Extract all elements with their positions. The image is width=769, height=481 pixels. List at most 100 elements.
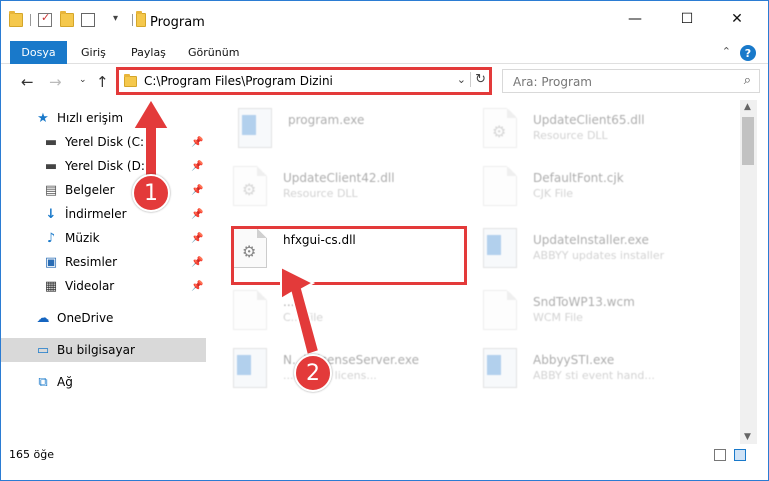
pin-icon[interactable]: 📌 <box>191 137 203 148</box>
sidebar-item-label: Hızlı erişim <box>57 111 124 125</box>
file-type: Resource DLL <box>533 129 608 142</box>
details-view-icon[interactable] <box>714 449 726 461</box>
maximize-button[interactable]: ☐ <box>667 7 707 31</box>
search-input[interactable]: Ara: Program ⌕ <box>502 69 760 93</box>
sidebar-item-label: Resimler <box>65 255 118 269</box>
file-type: WCM File <box>533 311 583 324</box>
sidebar-item-downloads[interactable]: ↓ İndirmeler 📌 <box>1 202 206 226</box>
back-arrow-icon[interactable]: ← <box>21 73 34 91</box>
scrollbar-thumb[interactable] <box>742 117 754 165</box>
step-1-badge: 1 <box>132 174 170 212</box>
file-type: Resource DLL <box>283 187 358 200</box>
search-icon[interactable]: ⌕ <box>744 73 751 88</box>
file-item[interactable]: program.exe <box>238 104 488 156</box>
documents-icon: ▤ <box>44 182 58 198</box>
pictures-icon: ▣ <box>44 254 58 270</box>
pin-icon[interactable]: 📌 <box>191 257 203 268</box>
tab-view[interactable]: Görünüm <box>188 41 239 64</box>
large-icons-view-icon[interactable] <box>734 449 746 461</box>
sidebar-item-label: Videolar <box>65 279 115 293</box>
file-item[interactable]: AbbyySTI.exe ABBY sti event hand... <box>483 344 733 396</box>
chevron-up-icon[interactable]: ⌃ <box>722 45 731 58</box>
file-type: ABBY sti event hand... <box>533 369 655 382</box>
drive-icon: ▬ <box>44 158 58 174</box>
file-name: program.exe <box>288 113 365 127</box>
navigation-pane: ★ Hızlı erişim ▬ Yerel Disk (C:) 📌 ▬ Yer… <box>1 100 208 444</box>
file-item[interactable]: DefaultFont.cjk CJK File <box>483 162 733 214</box>
sidebar-item-label: İndirmeler <box>65 207 127 221</box>
sidebar-item-quick-access[interactable]: ★ Hızlı erişim <box>1 106 206 130</box>
up-arrow-icon[interactable]: ↑ <box>96 73 109 91</box>
forward-arrow-icon[interactable]: → <box>49 73 62 91</box>
new-folder-icon[interactable] <box>60 11 74 27</box>
pin-icon[interactable]: 📌 <box>191 209 203 220</box>
sidebar-item-label: OneDrive <box>57 311 114 325</box>
item-count: 165 öğe <box>9 448 54 461</box>
sidebar-item-documents[interactable]: ▤ Belgeler 📌 <box>1 178 206 202</box>
sidebar-item-videos[interactable]: ▦ Videolar 📌 <box>1 274 206 298</box>
sidebar-item-label: Müzik <box>65 231 100 245</box>
app-icon <box>483 228 517 268</box>
sidebar-item-this-pc[interactable]: ▭ Bu bilgisayar <box>1 338 206 362</box>
exe-icon <box>238 108 272 148</box>
tab-file[interactable]: Dosya <box>10 41 67 64</box>
file-highlight-box <box>231 226 467 285</box>
divider <box>30 14 31 26</box>
file-icon <box>483 166 517 206</box>
step-2-badge: 2 <box>294 354 332 392</box>
pin-icon[interactable]: 📌 <box>191 161 203 172</box>
view-icon[interactable] <box>81 13 95 27</box>
sidebar-item-disk-c[interactable]: ▬ Yerel Disk (C:) 📌 <box>1 130 206 154</box>
file-name: UpdateClient65.dll <box>533 113 645 127</box>
sidebar-item-pictures[interactable]: ▣ Resimler 📌 <box>1 250 206 274</box>
video-icon: ▦ <box>44 278 58 294</box>
file-icon <box>483 290 517 330</box>
file-item[interactable]: ⚙ UpdateClient65.dll Resource DLL <box>483 104 733 156</box>
sidebar-item-network[interactable]: ⧉ Ağ <box>1 370 206 394</box>
tab-share[interactable]: Paylaş <box>131 41 166 64</box>
explorer-window: ▾ Program — ☐ ✕ Dosya Giriş Paylaş Görün… <box>0 0 769 481</box>
file-name: AbbyySTI.exe <box>533 353 615 367</box>
file-item[interactable]: UpdateInstaller.exe ABBYY updates instal… <box>483 224 733 276</box>
status-bar: 165 öğe <box>1 444 768 480</box>
ribbon-tabs: Dosya Giriş Paylaş Görünüm ⌃ ? <box>1 37 768 64</box>
divider <box>132 14 133 26</box>
pin-icon[interactable]: 📌 <box>191 281 203 292</box>
folder-icon <box>136 11 146 27</box>
file-name: SndToWP13.wcm <box>533 295 635 309</box>
scroll-up-icon[interactable]: ▲ <box>744 102 751 112</box>
file-name: DefaultFont.cjk <box>533 171 624 185</box>
minimize-button[interactable]: — <box>615 7 655 31</box>
sidebar-item-label: Bu bilgisayar <box>57 343 135 357</box>
cloud-icon: ☁ <box>36 310 50 326</box>
recent-locations-icon[interactable]: ⌄ <box>79 75 87 85</box>
help-icon[interactable]: ? <box>740 45 756 61</box>
star-icon: ★ <box>37 110 49 126</box>
file-item[interactable]: ⚙ UpdateClient42.dll Resource DLL <box>233 162 483 214</box>
search-placeholder: Ara: Program <box>513 75 592 89</box>
file-icon <box>233 290 267 330</box>
pin-icon[interactable]: 📌 <box>191 233 203 244</box>
file-name: UpdateClient42.dll <box>283 171 395 185</box>
app-icon <box>233 348 267 388</box>
computer-icon: ▭ <box>36 342 50 358</box>
dll-icon: ⚙ <box>483 108 517 148</box>
scroll-down-icon[interactable]: ▼ <box>744 432 751 442</box>
customize-quick-access-icon[interactable]: ▾ <box>113 13 118 24</box>
vertical-scrollbar[interactable]: ▲ ▼ <box>740 100 757 444</box>
sidebar-item-onedrive[interactable]: ☁ OneDrive <box>1 306 206 330</box>
drive-icon: ▬ <box>44 134 58 150</box>
window-title: Program <box>150 15 205 30</box>
properties-icon[interactable] <box>38 11 52 27</box>
tab-home[interactable]: Giriş <box>81 41 106 64</box>
address-highlight-box <box>116 67 492 95</box>
sidebar-item-music[interactable]: ♪ Müzik 📌 <box>1 226 206 250</box>
file-item[interactable]: SndToWP13.wcm WCM File <box>483 286 733 338</box>
sidebar-item-disk-d[interactable]: ▬ Yerel Disk (D:) 📌 <box>1 154 206 178</box>
sidebar-item-label: Ağ <box>57 375 73 389</box>
download-icon: ↓ <box>45 206 57 222</box>
close-button[interactable]: ✕ <box>717 7 757 31</box>
pin-icon[interactable]: 📌 <box>191 185 203 196</box>
network-icon: ⧉ <box>38 374 48 390</box>
app-icon <box>483 348 517 388</box>
